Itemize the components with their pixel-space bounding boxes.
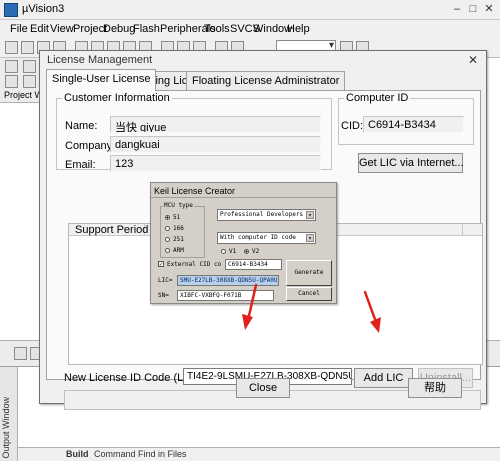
tab-single-user-license[interactable]: Single-User License xyxy=(46,69,157,91)
batch-build-icon[interactable] xyxy=(23,75,36,88)
keil-license-creator-dialog: Keil License Creator MCU type 51 166 251… xyxy=(150,182,337,304)
menu-debug[interactable]: Debug xyxy=(103,23,135,35)
version-v1-label: V1 xyxy=(229,248,237,255)
generate-button[interactable]: Generate xyxy=(286,260,332,286)
translate-icon[interactable] xyxy=(5,60,18,73)
mcu-arm-radio[interactable] xyxy=(165,248,170,253)
version-v2-radio[interactable] xyxy=(244,249,249,254)
close-icon[interactable]: ✕ xyxy=(482,2,496,16)
files-tab-icon[interactable] xyxy=(14,347,27,360)
menu-flash[interactable]: Flash xyxy=(133,23,160,35)
company-field[interactable]: dangkuai xyxy=(110,136,321,153)
support-period-header: Support Period xyxy=(75,224,149,236)
output-tab-command[interactable]: Command xyxy=(94,449,136,459)
new-file-icon[interactable] xyxy=(5,41,18,54)
license-type-select[interactable]: Professional Developers xyxy=(217,209,316,221)
sn-label: SN= xyxy=(158,292,169,299)
menu-edit[interactable]: Edit xyxy=(30,23,49,35)
rebuild-icon[interactable] xyxy=(5,75,18,88)
output-tab-build[interactable]: Build xyxy=(66,449,89,459)
get-lic-via-internet-button[interactable]: Get LIC via Internet... xyxy=(358,153,464,173)
chevron-down-icon[interactable]: ▾ xyxy=(306,234,314,242)
sn-field[interactable]: XIBFC-VXBFQ-F071B xyxy=(177,290,274,301)
output-tab-find-in-files[interactable]: Find in Files xyxy=(138,449,187,459)
main-title-bar: µVision3 – □ ✕ xyxy=(0,0,500,20)
keygen-title-divider xyxy=(151,197,336,198)
chevron-down-icon[interactable]: ▾ xyxy=(306,211,314,219)
output-window-label: Output Window xyxy=(1,397,11,459)
help-button[interactable]: 帮助 xyxy=(408,378,462,398)
mcu-251-label: 251 xyxy=(173,236,184,243)
computer-id-legend: Computer ID xyxy=(346,92,409,104)
cid-field[interactable]: C6914-B3434 xyxy=(363,116,464,133)
output-window-sidebar: Output Window xyxy=(0,367,18,461)
project-workspace-pane: Project Wo xyxy=(0,90,44,340)
mcu-166-radio[interactable] xyxy=(165,226,170,231)
external-cid-label: External CID co xyxy=(167,261,222,268)
name-field[interactable]: 当快 qiyue xyxy=(110,116,321,133)
menu-file[interactable]: File xyxy=(10,23,28,35)
id-mode-select[interactable]: With computer ID code xyxy=(217,232,316,244)
mcu-166-label: 166 xyxy=(173,225,184,232)
cancel-button[interactable]: Cancel xyxy=(286,287,332,301)
menu-help[interactable]: Help xyxy=(287,23,310,35)
keygen-title: Keil License Creator xyxy=(154,186,236,196)
main-window-title: µVision3 xyxy=(22,3,65,15)
new-lic-label: New License ID Code (LIC): xyxy=(64,372,201,384)
generated-lic-field[interactable]: SMU-E27LB-308XB-QDN5U-QPA0U xyxy=(177,275,279,286)
external-cid-checkbox[interactable]: ✓ xyxy=(158,261,164,268)
company-label: Company: xyxy=(65,140,116,152)
build-icon[interactable] xyxy=(23,60,36,73)
output-tab-strip: Build Command Find in Files xyxy=(18,447,500,461)
name-label: Name: xyxy=(65,120,98,132)
license-dialog-title: License Management xyxy=(47,54,153,66)
mcu-arm-label: ARM xyxy=(173,247,184,254)
menu-tools[interactable]: Tools xyxy=(204,23,230,35)
mcu-251-radio[interactable] xyxy=(165,237,170,242)
add-lic-button[interactable]: Add LIC xyxy=(354,368,413,388)
open-file-icon[interactable] xyxy=(21,41,34,54)
email-label: Email: xyxy=(65,159,96,171)
mcu-51-radio[interactable] xyxy=(165,215,170,220)
maximize-icon[interactable]: □ xyxy=(466,2,480,16)
version-v2-label: V2 xyxy=(252,248,260,255)
mcu-type-label: MCU type xyxy=(163,202,194,209)
close-button[interactable]: Close xyxy=(236,378,290,398)
version-v1-radio[interactable] xyxy=(221,249,226,254)
cid-label: CID: xyxy=(341,120,363,132)
mcu-51-label: 51 xyxy=(173,214,181,221)
menu-bar: File Edit View Project Debug Flash Perip… xyxy=(0,20,500,38)
menu-view[interactable]: View xyxy=(50,23,74,35)
project-pane-title: Project Wo xyxy=(0,90,43,103)
customer-information-legend: Customer Information xyxy=(64,92,170,104)
email-field[interactable]: 123 xyxy=(110,155,321,172)
build-toolbar xyxy=(0,58,44,90)
column-divider xyxy=(462,224,463,236)
uvision-app-icon xyxy=(4,3,18,17)
external-cid-field[interactable]: C6914-B3434 xyxy=(225,259,282,270)
lic-label: LIC= xyxy=(158,277,173,284)
tab-floating-license-administrator[interactable]: Floating License Administrator xyxy=(186,71,346,90)
minimize-icon[interactable]: – xyxy=(450,2,464,16)
close-icon[interactable]: ✕ xyxy=(468,53,478,67)
